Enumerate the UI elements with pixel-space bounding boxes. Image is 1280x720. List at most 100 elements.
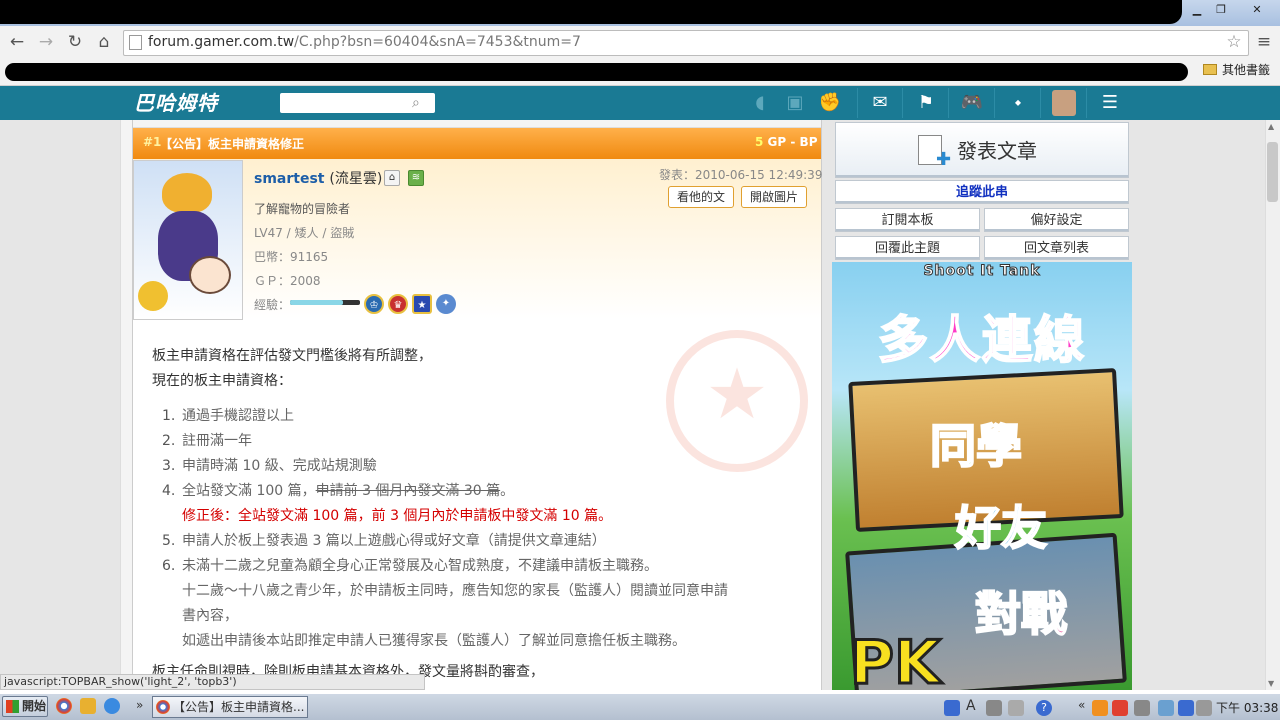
user-exp-label: 經驗： (254, 298, 291, 312)
gamepad-icon[interactable]: 🎮 (957, 90, 987, 116)
new-post-button[interactable]: ✚ 發表文章 (835, 122, 1129, 178)
his-posts-button[interactable]: 看他的文 (668, 186, 735, 208)
user-id: smartest (254, 171, 325, 187)
preferences-button[interactable]: 偏好設定 (984, 208, 1129, 232)
reload-icon[interactable]: ↻ (64, 31, 86, 53)
subscribe-board-button[interactable]: 訂閱本板 (835, 208, 980, 232)
separator (902, 88, 903, 118)
user-avatar[interactable] (1052, 90, 1076, 116)
list-item: 6. 未滿十二歲之兒童為顧全身心正常發展及心智成熟度，不建議申請板主職務。 (162, 558, 658, 574)
separator (994, 88, 995, 118)
username[interactable]: smartest (流星雲) (254, 168, 382, 188)
post-tabs-strip (133, 120, 821, 128)
scroll-down-icon[interactable]: ▼ (1268, 679, 1274, 688)
scroll-up-icon[interactable]: ▲ (1268, 122, 1274, 131)
bp-label: - BP (790, 135, 818, 149)
help-icon[interactable]: ? (1036, 700, 1052, 716)
tag-icon[interactable]: ⬩ (1003, 90, 1033, 116)
user-avatar-image (133, 160, 243, 320)
list-item: 5. 申請人於板上發表過 3 篇以上遊戲心得或好文章（請提供文章連結） (162, 533, 606, 549)
track-thread-button[interactable]: 追蹤此串 (835, 180, 1129, 204)
site-logo[interactable]: 巴哈姆特 (134, 88, 218, 118)
separator (948, 88, 949, 118)
maximize-icon[interactable]: ❐ (1210, 2, 1232, 18)
page-icon (129, 35, 142, 50)
ad-headline: 多人連線 (877, 310, 1086, 370)
struck-text: 申請前 3 個月內發文滿 30 篇 (315, 483, 501, 499)
plus-icon: ✚ (936, 149, 952, 170)
medal-icon: ♔ (364, 294, 384, 314)
user-level: LV47 / 矮人 / 盜賊 (254, 226, 355, 240)
post-body: 板主申請資格在評估發文門檻後將有所調整， 現在的板主申請資格： 1. 通過手機認證… (152, 344, 792, 685)
body-line: 現在的板主申請資格： (152, 373, 292, 389)
minimize-icon[interactable]: ▁ (1186, 2, 1208, 18)
home-icon[interactable]: ⌂ (93, 31, 115, 53)
correction-text: 修正後：全站發文滿 100 篇，前 3 個月內於申請板中發文滿 10 篇。 (182, 508, 613, 524)
clock: 下午 03:38 (1216, 701, 1279, 715)
user-nickname: (流星雲) (329, 171, 383, 187)
reply-thread-button[interactable]: 回覆此主題 (835, 236, 980, 260)
tray-icon[interactable] (944, 700, 960, 716)
url-text: forum.gamer.com.tw/C.php?bsn=60404&snA=7… (148, 34, 581, 50)
list-item-sub: 如遞出申請後本站即推定申請人已獲得家長（監護人）了解並同意擔任板主職務。 (182, 633, 686, 649)
open-images-button[interactable]: 開啟圖片 (741, 186, 808, 208)
scrollbar-thumb[interactable] (1267, 142, 1278, 202)
back-to-list-button[interactable]: 回文章列表 (984, 236, 1129, 260)
thumb-icon[interactable]: ✊ (815, 90, 845, 116)
status-bar: javascript:TOPBAR_show('light_2', 'topb3… (0, 674, 425, 690)
page-gutter (120, 120, 132, 690)
start-label: 開始 (22, 699, 47, 713)
chrome-icon[interactable] (56, 698, 72, 714)
hamburger-menu-icon[interactable]: ☰ (1095, 90, 1125, 116)
folder-icon (1203, 64, 1217, 75)
tray-icon[interactable] (986, 700, 1002, 716)
vertical-scrollbar[interactable] (1265, 120, 1280, 690)
network-icon[interactable] (1158, 700, 1174, 716)
other-bookmarks[interactable]: 其他書籤 (1222, 61, 1270, 79)
menu-icon[interactable]: ≡ (1253, 31, 1275, 53)
search-icon[interactable]: ⌕ (412, 95, 420, 111)
taskbar-window-title: 【公告】板主申請資格... (173, 700, 305, 714)
list-item: 3. 申請時滿 10 級、完成站規測驗 (162, 458, 377, 474)
overflow-chevron-icon[interactable]: » (136, 698, 143, 712)
home-badge-icon[interactable]: ⌂ (384, 170, 400, 186)
user-coins: 巴幣：91165 (254, 250, 329, 264)
post-gp-score[interactable]: 5 GP - BP (755, 135, 818, 149)
post-number: #1 (143, 135, 162, 149)
mail-icon[interactable]: ✉ (865, 90, 895, 116)
ad-word: 好友 (954, 500, 1048, 556)
ad-word: PK (848, 627, 941, 700)
media-player-icon[interactable] (80, 698, 96, 714)
user-title: 了解寵物的冒險者 (254, 202, 351, 216)
redacted-bookmarks (5, 63, 1188, 81)
list-item-sub: 十二歲～十八歲之青少年，於申請板主同時，應告知您的家長（監護人）閱讀並同意申請 (182, 583, 728, 599)
tray-icon[interactable] (1178, 700, 1194, 716)
chrome-icon (156, 700, 170, 714)
back-arrow-icon[interactable]: ← (6, 31, 28, 53)
volume-icon[interactable] (1196, 700, 1212, 716)
tray-icon[interactable] (1112, 700, 1128, 716)
flag-icon[interactable]: ⚑ (911, 90, 941, 116)
forward-arrow-icon[interactable]: → (35, 31, 57, 53)
language-icon[interactable]: A (966, 698, 976, 714)
start-button[interactable]: 開始 (2, 696, 48, 717)
redacted-tabs (0, 0, 1182, 24)
bookmark-star-icon[interactable]: ☆ (1223, 31, 1245, 53)
medal-icon: ✦ (436, 294, 456, 314)
ie-icon[interactable] (104, 698, 120, 714)
tray-icon[interactable] (1008, 700, 1024, 716)
separator (857, 88, 858, 118)
tray-icon[interactable] (1134, 700, 1150, 716)
list-item: 4. 全站發文滿 100 篇，申請前 3 個月內發文滿 30 篇。 (162, 483, 515, 499)
sound-icon[interactable]: ◖ (745, 90, 775, 116)
url-path: /C.php?bsn=60404&snA=7453&tnum=7 (294, 34, 581, 50)
rss-badge-icon[interactable]: ≋ (408, 170, 424, 186)
close-icon[interactable]: ✕ (1244, 2, 1270, 18)
body-line: 板主申請資格在評估發文門檻後將有所調整， (152, 348, 432, 364)
tray-expand-icon[interactable]: « (1078, 698, 1085, 712)
ad-word: 同學 (929, 418, 1023, 474)
taskbar-window-item[interactable]: 【公告】板主申請資格... (152, 696, 308, 718)
tray-icon[interactable] (1092, 700, 1108, 716)
separator (1040, 88, 1041, 118)
rss-icon[interactable]: ▣ (780, 90, 810, 116)
